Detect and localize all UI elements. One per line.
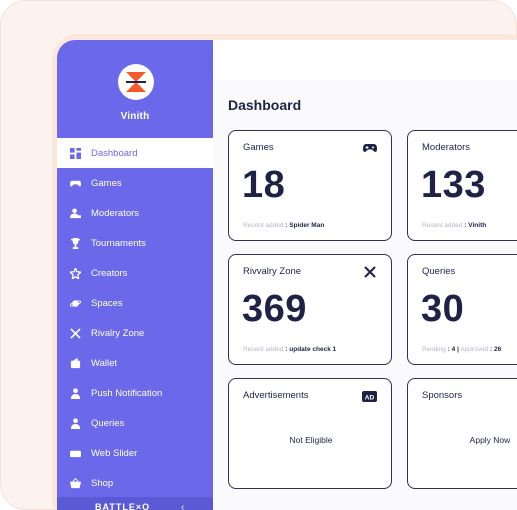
sidebar-item-web-slider[interactable]: Web Slider <box>57 438 213 468</box>
gamepad-icon <box>363 141 377 153</box>
sidebar-item-label: Tournaments <box>91 237 146 249</box>
advertisements-card[interactable]: Advertisements AD Not Eligible <box>228 378 392 489</box>
note-label: Recent added <box>422 222 463 229</box>
svg-text:AD: AD <box>365 395 375 402</box>
sidebar-footer: BATTLE×O ‹ <box>57 497 213 510</box>
page-title: Dashboard <box>228 97 302 113</box>
sidebar-item-queries[interactable]: Queries <box>57 408 213 438</box>
brand: Vinith <box>57 40 213 138</box>
ad-status: Not Eligible <box>289 435 333 445</box>
card-title: Sponsors <box>422 390 463 401</box>
note-label: Recent added <box>243 222 284 229</box>
note-value: : Vinith <box>464 222 487 229</box>
crossed-swords-icon <box>69 327 82 340</box>
rivalry-count: 369 <box>242 288 307 330</box>
ad-icon: AD <box>362 389 377 402</box>
sponsors-card[interactable]: Sponsors Apply Now <box>407 378 517 489</box>
sidebar-item-label: Dashboard <box>91 147 138 159</box>
card-note: Pending : 4 | Approved : 26 <box>422 346 501 353</box>
star-icon <box>69 267 82 280</box>
sidebar-item-label: Shop <box>91 477 114 489</box>
note-label: Recent added <box>243 346 284 353</box>
apply-now-link[interactable]: Apply Now <box>408 435 517 445</box>
gamepad-icon <box>69 177 82 190</box>
top-bar <box>213 40 517 80</box>
main-content: Dashboard Games 18 Recent added : Spider… <box>213 80 517 510</box>
sidebar-item-label: Games <box>91 177 122 189</box>
sidebar-item-games[interactable]: Games <box>57 168 213 198</box>
sidebar-item-wallet[interactable]: Wallet <box>57 348 213 378</box>
card-title: Moderators <box>422 142 471 153</box>
sidebar-item-label: Push Notification <box>91 387 163 399</box>
moderators-count: 133 <box>421 164 486 206</box>
approved-value: : 26 <box>489 346 502 353</box>
card-note: Recent added : Spider Man <box>243 222 324 229</box>
slider-icon <box>69 447 82 460</box>
sidebar-item-label: Wallet <box>91 357 118 369</box>
sidebar-item-creators[interactable]: Creators <box>57 258 213 288</box>
sidebar-item-dashboard[interactable]: Dashboard <box>57 138 213 168</box>
sidebar-item-label: Moderators <box>91 207 140 219</box>
approved-label: Approved <box>460 346 489 353</box>
pending-value: : 4 | <box>447 346 459 353</box>
games-count: 18 <box>242 164 286 206</box>
pending-label: Pending <box>422 346 446 353</box>
user-icon <box>69 387 82 400</box>
sidebar-item-shop[interactable]: Shop <box>57 468 213 498</box>
trophy-icon <box>69 237 82 250</box>
sidebar: Vinith Dashboard Games Moderators Tourna… <box>57 40 213 510</box>
brand-name: Vinith <box>120 111 150 122</box>
sidebar-item-label: Creators <box>91 267 128 279</box>
rivalry-zone-card[interactable]: Rivvalry Zone 369 Recent added : update … <box>228 254 392 365</box>
note-value: : Spider Man <box>285 222 325 229</box>
sidebar-item-tournaments[interactable]: Tournaments <box>57 228 213 258</box>
card-title: Games <box>243 142 274 153</box>
sidebar-nav: Dashboard Games Moderators Tournaments C… <box>57 138 213 498</box>
note-value: : update check 1 <box>285 346 337 353</box>
sidebar-item-label: Rivalry Zone <box>91 327 145 339</box>
card-title: Advertisements <box>243 390 309 401</box>
crossed-swords-icon <box>363 265 377 278</box>
card-title: Rivvalry Zone <box>243 266 302 277</box>
planet-icon <box>69 297 82 310</box>
queries-count: 30 <box>421 288 465 330</box>
user-icon <box>69 417 82 430</box>
sidebar-item-label: Queries <box>91 417 125 429</box>
footer-brand: BATTLE×O <box>95 502 151 510</box>
sidebar-item-label: Web Slider <box>91 447 138 459</box>
sidebar-item-spaces[interactable]: Spaces <box>57 288 213 318</box>
card-note: Recent added : Vinith <box>422 222 486 229</box>
moderators-card[interactable]: Moderators 133 Recent added : Vinith <box>407 130 517 241</box>
logo-icon <box>118 64 154 100</box>
basket-icon <box>69 477 82 490</box>
wallet-icon <box>69 357 82 370</box>
app-window: Vinith Dashboard Games Moderators Tourna… <box>57 40 517 510</box>
collapse-icon[interactable]: ‹ <box>181 502 184 510</box>
card-title: Queries <box>422 266 456 277</box>
queries-card[interactable]: Queries 30 Pending : 4 | Approved : 26 <box>407 254 517 365</box>
sidebar-item-rivalry-zone[interactable]: Rivalry Zone <box>57 318 213 348</box>
sidebar-item-push-notification[interactable]: Push Notification <box>57 378 213 408</box>
sidebar-item-label: Spaces <box>91 297 123 309</box>
card-note: Recent added : update check 1 <box>243 346 336 353</box>
grid-icon <box>69 147 82 160</box>
moderator-icon <box>69 207 82 220</box>
sidebar-item-moderators[interactable]: Moderators <box>57 198 213 228</box>
games-card[interactable]: Games 18 Recent added : Spider Man <box>228 130 392 241</box>
